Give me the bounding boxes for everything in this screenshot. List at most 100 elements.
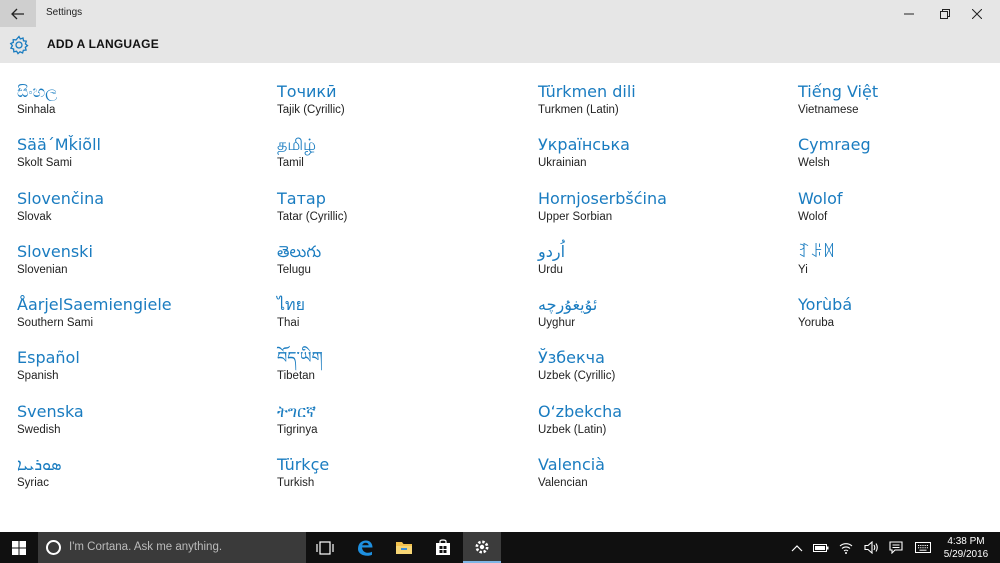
language-item-yoruba[interactable]: Yorùbá Yoruba: [798, 294, 1000, 347]
language-native-name: ไทย: [277, 295, 305, 315]
window-title: Settings: [46, 7, 83, 18]
language-english-name: Tajik (Cyrillic): [277, 104, 345, 116]
language-item-tamil[interactable]: தமிழ் Tamil: [277, 134, 527, 187]
language-native-name: ꆈꌠꉙ: [798, 241, 836, 261]
language-native-name: Español: [17, 348, 80, 368]
language-english-name: Slovak: [17, 210, 52, 223]
language-english-name: Tigrinya: [277, 423, 318, 436]
language-english-name: Slovenian: [17, 263, 68, 276]
back-button[interactable]: [0, 0, 36, 27]
language-native-name: Türkçe: [277, 455, 330, 475]
taskbar: I'm Cortana. Ask me anything. 4:38 PM 5/…: [0, 532, 1000, 563]
clock-date: 5/29/2016: [943, 549, 989, 560]
language-item-welsh[interactable]: Cymraeg Welsh: [798, 134, 1000, 187]
language-item-turkmen[interactable]: Türkmen dili Turkmen (Latin): [538, 81, 788, 134]
language-item-uzbek-cyrillic[interactable]: Ўзбекча Uzbek (Cyrillic): [538, 347, 788, 400]
language-english-name: Uyghur: [538, 317, 576, 330]
system-clock[interactable]: 4:38 PM 5/29/2016: [940, 535, 992, 561]
page-header: ADD A LANGUAGE: [0, 27, 1000, 63]
language-native-name: O‘zbekcha: [538, 401, 623, 421]
language-item-yi[interactable]: ꆈꌠꉙ Yi: [798, 241, 1000, 294]
close-button[interactable]: [954, 0, 1000, 27]
cortana-search-box[interactable]: I'm Cortana. Ask me anything.: [38, 532, 306, 563]
edge-button[interactable]: [346, 532, 384, 563]
cortana-search-placeholder: I'm Cortana. Ask me anything.: [69, 541, 223, 553]
language-column-4: Tiếng Việt Vietnamese Cymraeg Welsh Wolof W…: [798, 81, 1000, 347]
language-native-name: ትግርኛ: [277, 401, 317, 421]
language-native-name: བོད་ཡིག: [277, 348, 323, 368]
back-arrow-icon: [11, 8, 24, 19]
language-english-name: Tibetan: [277, 370, 315, 383]
language-native-name: Valencià: [538, 455, 605, 475]
language-item-tajik[interactable]: Точикӣ Tajik (Cyrillic): [277, 81, 527, 134]
language-item-turkish[interactable]: Türkçe Turkish: [277, 454, 527, 507]
language-english-name: Sinhala: [17, 104, 56, 116]
language-item-southern-sami[interactable]: ÅarjelSaemiengiele Southern Sami: [17, 294, 267, 347]
language-native-name: తెలుగు: [277, 241, 322, 261]
language-english-name: Yoruba: [798, 317, 835, 330]
language-english-name: Thai: [277, 317, 300, 330]
language-item-urdu[interactable]: اُردو Urdu: [538, 241, 788, 294]
language-list: සිංහල Sinhala Sää´Mǩiõll Skolt Sami Sloven…: [0, 63, 1000, 532]
task-view-button[interactable]: [306, 532, 344, 563]
language-item-swedish[interactable]: Svenska Swedish: [17, 401, 267, 454]
language-native-name: Türkmen dili: [538, 82, 636, 101]
show-hidden-icons-chevron-icon[interactable]: [789, 540, 805, 555]
language-item-sinhala[interactable]: සිංහල Sinhala: [17, 81, 267, 134]
language-english-name: Turkmen (Latin): [538, 104, 619, 116]
windows-logo-icon: [12, 540, 26, 555]
file-explorer-button[interactable]: [385, 532, 423, 563]
wifi-icon[interactable]: [838, 540, 854, 555]
language-native-name: Sää´Mǩiõll: [17, 135, 101, 155]
language-native-name: Ўзбекча: [538, 348, 605, 368]
language-item-skolt-sami[interactable]: Sää´Mǩiõll Skolt Sami: [17, 134, 267, 187]
language-item-tibetan[interactable]: བོད་ཡིག Tibetan: [277, 347, 527, 400]
language-item-uzbek-latin[interactable]: O‘zbekcha Uzbek (Latin): [538, 401, 788, 454]
page-title: ADD A LANGUAGE: [47, 37, 159, 51]
start-button[interactable]: [0, 532, 38, 563]
language-item-ukrainian[interactable]: Українська Ukrainian: [538, 134, 788, 187]
language-column-3: Türkmen dili Turkmen (Latin) Українська Uk…: [538, 81, 788, 507]
restore-icon: [940, 8, 950, 19]
language-english-name: Turkish: [277, 477, 315, 490]
language-native-name: ܣܘܪܝܝܐ: [17, 455, 62, 475]
language-native-name: Татар: [277, 188, 326, 208]
language-english-name: Swedish: [17, 423, 61, 436]
language-native-name: Slovenski: [17, 241, 93, 261]
store-button[interactable]: [424, 532, 462, 563]
language-item-valencian[interactable]: Valencià Valencian: [538, 454, 788, 507]
language-item-wolof[interactable]: Wolof Wolof: [798, 188, 1000, 241]
language-item-uyghur[interactable]: ئۇيغۇرچە Uyghur: [538, 294, 788, 347]
language-item-slovenian[interactable]: Slovenski Slovenian: [17, 241, 267, 294]
cortana-icon: [46, 540, 61, 555]
language-english-name: Telugu: [277, 263, 311, 276]
title-bar: Settings: [0, 0, 1000, 27]
language-item-spanish[interactable]: Español Spanish: [17, 347, 267, 400]
language-english-name: Wolof: [798, 210, 828, 223]
language-item-thai[interactable]: ไทย Thai: [277, 294, 527, 347]
language-native-name: Точикӣ: [277, 82, 337, 101]
language-item-vietnamese[interactable]: Tiếng Việt Vietnamese: [798, 81, 1000, 134]
keyboard-input-icon[interactable]: [915, 540, 931, 555]
language-english-name: Yi: [798, 263, 808, 276]
clock-time: 4:38 PM: [947, 536, 985, 547]
language-native-name: Svenska: [17, 401, 84, 421]
task-view-icon: [316, 540, 334, 555]
folder-icon: [396, 542, 412, 554]
language-english-name: Uzbek (Latin): [538, 423, 607, 436]
volume-icon[interactable]: [863, 540, 879, 555]
language-item-telugu[interactable]: తెలుగు Telugu: [277, 241, 527, 294]
language-english-name: Welsh: [798, 157, 830, 170]
language-item-syriac[interactable]: ܣܘܪܝܝܐ Syriac: [17, 454, 267, 507]
language-native-name: தமிழ்: [277, 135, 317, 155]
language-item-slovak[interactable]: Slovenčina Slovak: [17, 188, 267, 241]
close-icon: [972, 8, 982, 19]
settings-taskbar-button[interactable]: [463, 532, 501, 563]
action-center-icon[interactable]: [888, 540, 904, 555]
language-native-name: ئۇيغۇرچە: [538, 295, 598, 315]
language-item-tigrinya[interactable]: ትግርኛ Tigrinya: [277, 401, 527, 454]
battery-icon[interactable]: [813, 540, 829, 555]
language-item-tatar[interactable]: Татар Tatar (Cyrillic): [277, 188, 527, 241]
language-item-upper-sorbian[interactable]: Hornjoserbšćina Upper Sorbian: [538, 188, 788, 241]
language-native-name: Hornjoserbšćina: [538, 188, 667, 208]
